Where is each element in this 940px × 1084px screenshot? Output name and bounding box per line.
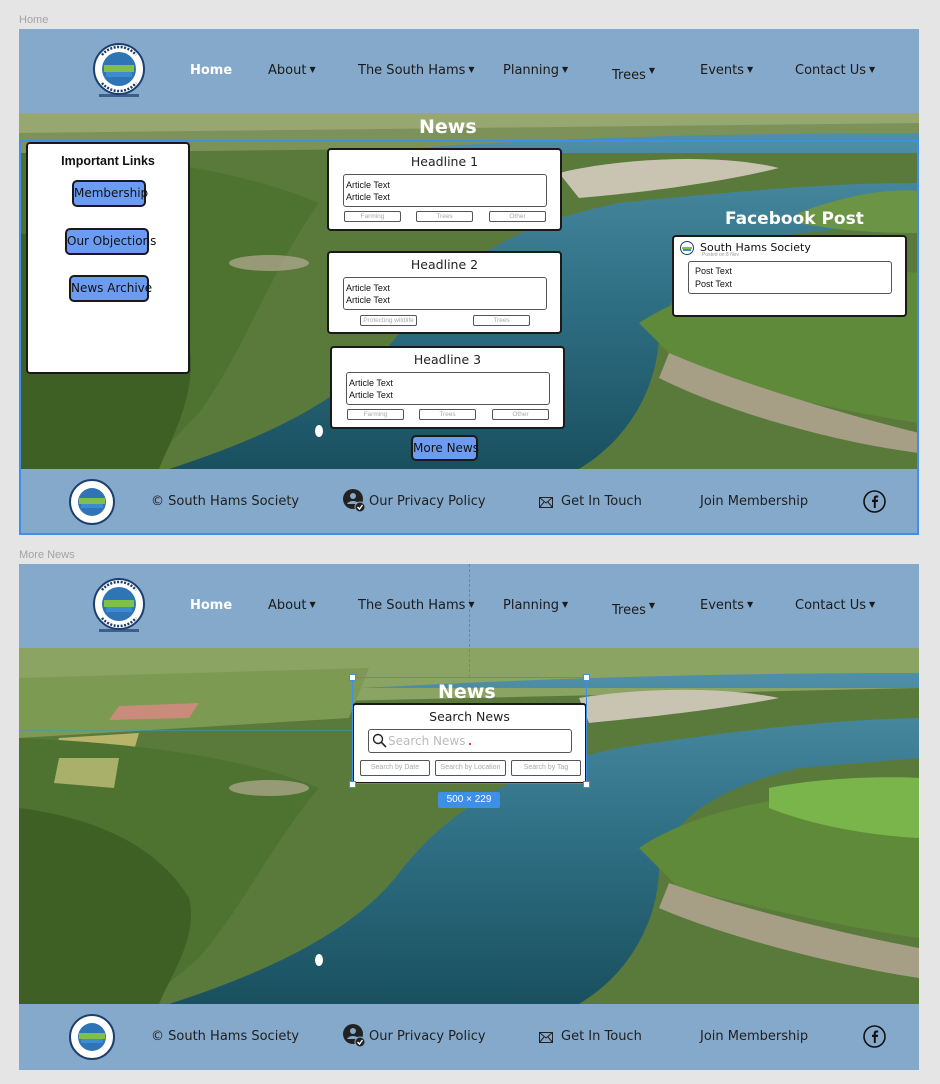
nav-home-label: Home — [190, 598, 233, 613]
selection-box — [352, 677, 587, 784]
nav-planning-label: Planning — [503, 63, 559, 78]
footer-logo[interactable] — [69, 1014, 115, 1060]
horizontal-guide — [19, 730, 354, 731]
chevron-down-icon: ▼ — [309, 65, 316, 74]
privacy-policy-link[interactable]: Our Privacy Policy — [369, 1029, 486, 1044]
society-logo[interactable] — [93, 43, 145, 99]
nav-home[interactable]: Home — [190, 598, 232, 613]
site-header: Home About ▼ The South Hams ▼ Planning ▼ Tr… — [19, 29, 919, 113]
resize-handle-bottom-left[interactable] — [349, 781, 356, 788]
get-in-touch-link[interactable]: Get In Touch — [561, 1029, 642, 1044]
nav-trees[interactable]: Trees ▼ — [612, 601, 655, 618]
nav-about[interactable]: About ▼ — [268, 598, 316, 613]
nav-home[interactable]: Home — [190, 63, 232, 78]
footer-copyright: © South Hams Society — [151, 1029, 300, 1044]
nav-south-hams-label: The South Hams — [358, 598, 466, 613]
chevron-down-icon: ▼ — [468, 65, 475, 74]
chevron-down-icon: ▼ — [562, 65, 569, 74]
nav-trees-label: Trees — [612, 603, 646, 618]
nav-contact[interactable]: Contact Us ▼ — [795, 598, 875, 613]
news-title: News — [419, 116, 477, 138]
nav-about-label: About — [268, 598, 307, 613]
nav-contact-label: Contact Us — [795, 63, 866, 78]
society-logo[interactable] — [93, 578, 145, 634]
resize-handle-top-left[interactable] — [349, 674, 356, 681]
chevron-down-icon: ▼ — [562, 600, 569, 609]
chevron-down-icon: ▼ — [869, 65, 876, 74]
resize-handle-top-right[interactable] — [583, 674, 590, 681]
join-membership-link[interactable]: Join Membership — [700, 1029, 808, 1044]
nav-trees[interactable]: Trees ▼ — [612, 66, 655, 83]
selection-outline — [19, 140, 919, 535]
site-footer: © South Hams Society Our Privacy Policy … — [19, 1004, 919, 1070]
chevron-down-icon: ▼ — [648, 66, 656, 75]
nav-events[interactable]: Events ▼ — [700, 63, 753, 78]
nav-south-hams[interactable]: The South Hams ▼ — [358, 598, 475, 613]
nav-planning[interactable]: Planning ▼ — [503, 598, 568, 613]
frame-label-home: Home — [19, 14, 49, 26]
nav-events-label: Events — [700, 63, 745, 78]
chevron-down-icon: ▼ — [648, 601, 656, 610]
chevron-down-icon: ▼ — [747, 65, 754, 74]
home-frame: Home About ▼ The South Hams ▼ Planning ▼ Tr… — [19, 29, 919, 535]
nav-contact[interactable]: Contact Us ▼ — [795, 63, 875, 78]
frame-label-more-news: More News — [19, 549, 75, 561]
center-guide — [469, 564, 470, 677]
chevron-down-icon: ▼ — [869, 600, 876, 609]
nav-home-label: Home — [190, 63, 233, 78]
mail-icon — [539, 1030, 553, 1048]
nav-contact-label: Contact Us — [795, 598, 866, 613]
facebook-icon[interactable] — [863, 1025, 886, 1053]
nav-events[interactable]: Events ▼ — [700, 598, 753, 613]
more-news-frame: Home About ▼ The South Hams ▼ Planning ▼ Tr… — [19, 564, 919, 1070]
nav-trees-label: Trees — [612, 68, 646, 83]
nav-events-label: Events — [700, 598, 745, 613]
privacy-icon — [342, 1023, 366, 1054]
nav-planning-label: Planning — [503, 598, 559, 613]
chevron-down-icon: ▼ — [309, 600, 316, 609]
nav-south-hams-label: The South Hams — [358, 63, 466, 78]
nav-planning[interactable]: Planning ▼ — [503, 63, 568, 78]
nav-south-hams[interactable]: The South Hams ▼ — [358, 63, 475, 78]
resize-handle-bottom-right[interactable] — [583, 781, 590, 788]
nav-about[interactable]: About ▼ — [268, 63, 316, 78]
chevron-down-icon: ▼ — [747, 600, 754, 609]
dimensions-badge: 500 × 229 — [438, 792, 500, 808]
nav-about-label: About — [268, 63, 307, 78]
